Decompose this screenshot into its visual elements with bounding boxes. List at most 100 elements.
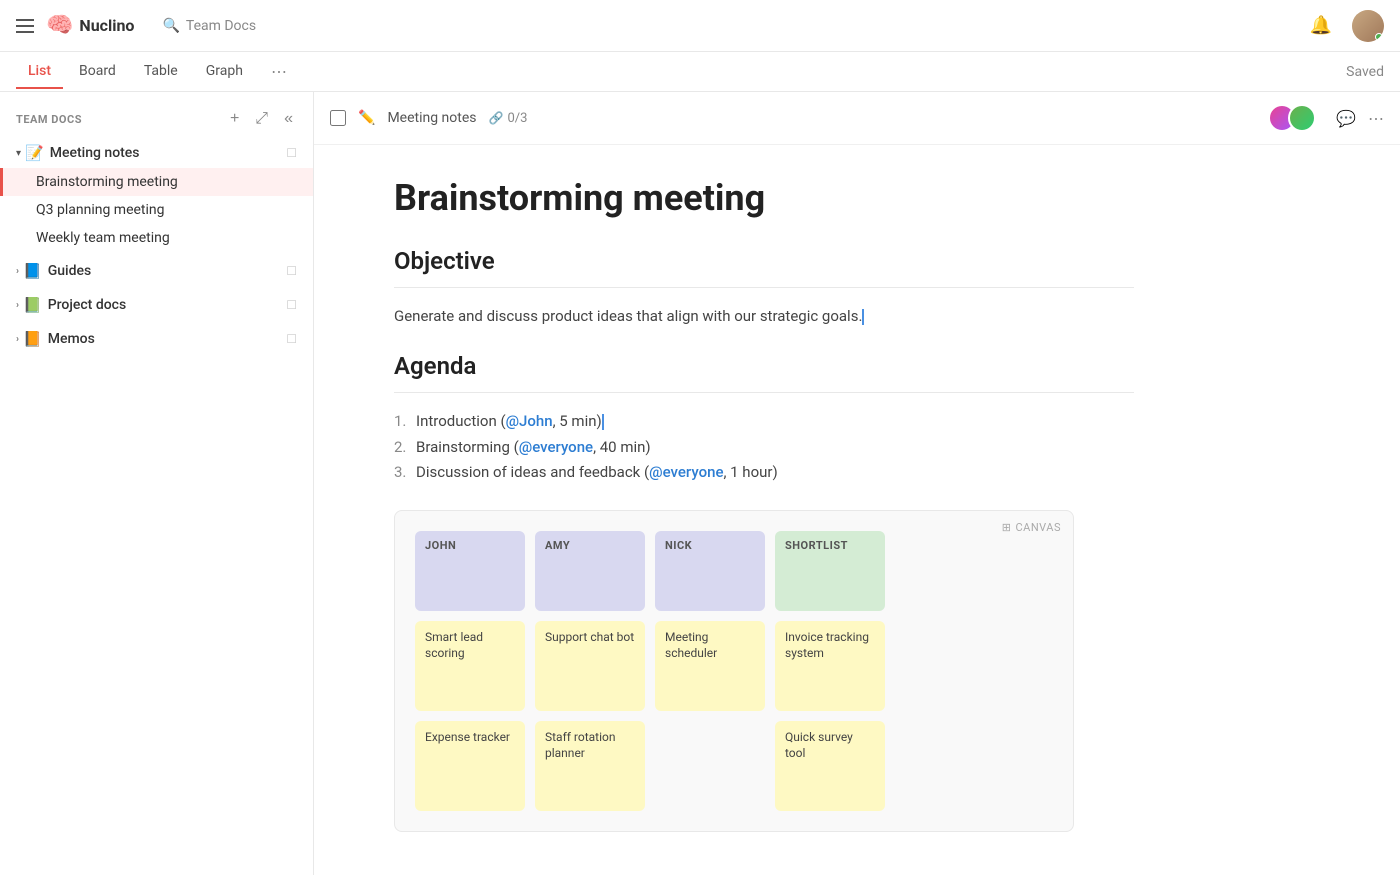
more-options-icon[interactable]: ⋯ (1368, 109, 1384, 128)
sidebar-header: TEAM DOCS + ⤢ « (0, 104, 313, 138)
sidebar-item-guides[interactable]: › 📘 Guides ☐ (0, 256, 313, 286)
saved-label: Saved (1346, 64, 1384, 80)
memos-icon: 📙 (23, 330, 42, 348)
mention-everyone-2: @everyone (649, 463, 723, 481)
tab-table[interactable]: Table (132, 55, 190, 89)
canvas-card-quick-survey[interactable]: Quick survey tool (775, 721, 885, 811)
canvas-col-john: JOHN (415, 531, 525, 611)
breadcrumb-icon: ✏️ (358, 110, 375, 126)
project-docs-label: Project docs (48, 297, 287, 313)
sidebar-item-weekly-team[interactable]: Weekly team meeting (0, 224, 313, 252)
brainstorming-label: Brainstorming meeting (36, 174, 178, 190)
tab-graph[interactable]: Graph (194, 55, 255, 89)
toggle-icon: › (16, 334, 19, 345)
sidebar-title: TEAM DOCS (16, 113, 82, 126)
doc-checkbox[interactable] (330, 110, 346, 126)
objective-heading: Objective (394, 247, 1134, 275)
doc-content: Brainstorming meeting Objective Generate… (314, 145, 1214, 875)
list-num-2: 2. (394, 435, 410, 461)
tab-board[interactable]: Board (67, 55, 128, 89)
logo[interactable]: 🧠 Nuclino (46, 13, 134, 38)
top-nav: 🧠 Nuclino 🔍 Team Docs 🔔 (0, 0, 1400, 52)
agenda-list: 1. Introduction (@John, 5 min) 2. Brains… (394, 409, 1134, 486)
agenda-heading: Agenda (394, 352, 1134, 380)
comment-icon[interactable]: 💬 (1336, 109, 1356, 128)
memos-check: ☐ (286, 332, 297, 346)
canvas-grid: JOHN AMY NICK SHORTLIST Smart lead scori… (415, 531, 1053, 811)
sidebar-actions: + ⤢ « (226, 108, 297, 130)
progress-text: 0/3 (507, 111, 527, 126)
tab-bar: List Board Table Graph ⋯ Saved (0, 52, 1400, 92)
collaborator-avatars (1268, 104, 1316, 132)
meeting-notes-check: ☐ (286, 146, 297, 160)
agenda-item-2: 2. Brainstorming (@everyone, 40 min) (394, 435, 1134, 461)
sidebar-group-meeting-notes: ▾ 📝 Meeting notes ☐ Brainstorming meetin… (0, 138, 313, 252)
meeting-notes-icon: 📝 (25, 144, 44, 162)
sidebar-group-guides: › 📘 Guides ☐ (0, 256, 313, 286)
canvas-card-empty (655, 721, 765, 811)
q3-planning-label: Q3 planning meeting (36, 202, 165, 218)
list-num-1: 1. (394, 409, 410, 435)
canvas-label: ⊞ CANVAS (1002, 521, 1061, 534)
avatar-collaborator-2 (1288, 104, 1316, 132)
sidebar: TEAM DOCS + ⤢ « ▾ 📝 Meeting notes ☐ Brai… (0, 92, 314, 875)
tab-more-button[interactable]: ⋯ (263, 58, 295, 85)
sidebar-item-project-docs[interactable]: › 📗 Project docs ☐ (0, 290, 313, 320)
canvas-card-staff-rotation[interactable]: Staff rotation planner (535, 721, 645, 811)
breadcrumb[interactable]: Meeting notes (387, 110, 476, 126)
canvas-col-shortlist: SHORTLIST (775, 531, 885, 611)
text-cursor (862, 309, 864, 325)
project-docs-icon: 📗 (23, 296, 42, 314)
guides-check: ☐ (286, 264, 297, 278)
online-status-dot (1375, 33, 1383, 41)
mention-john: @John (506, 412, 553, 430)
list-num-3: 3. (394, 460, 410, 486)
guides-label: Guides (48, 263, 287, 279)
search-area[interactable]: 🔍 Team Docs (162, 18, 256, 34)
canvas-container: ⊞ CANVAS JOHN AMY NICK SHORTLIST Smart l… (394, 510, 1074, 832)
sidebar-item-q3-planning[interactable]: Q3 planning meeting (0, 196, 313, 224)
toggle-icon: › (16, 300, 19, 311)
add-item-button[interactable]: + (226, 108, 243, 130)
canvas-card-support-chat[interactable]: Support chat bot (535, 621, 645, 711)
expand-button[interactable]: ⤢ (251, 108, 272, 130)
progress-area: 🔗 0/3 (489, 111, 528, 126)
weekly-team-label: Weekly team meeting (36, 230, 170, 246)
tab-list[interactable]: List (16, 55, 63, 89)
agenda-item-1: 1. Introduction (@John, 5 min) (394, 409, 1134, 435)
logo-icon: 🧠 (46, 13, 73, 38)
sidebar-item-meeting-notes[interactable]: ▾ 📝 Meeting notes ☐ (0, 138, 313, 168)
toggle-icon: ▾ (16, 148, 21, 159)
sidebar-item-memos[interactable]: › 📙 Memos ☐ (0, 324, 313, 354)
canvas-icon: ⊞ (1002, 521, 1012, 534)
sidebar-group-memos: › 📙 Memos ☐ (0, 324, 313, 354)
canvas-card-invoice-tracking[interactable]: Invoice tracking system (775, 621, 885, 711)
hamburger-menu[interactable] (16, 19, 34, 33)
objective-text: Generate and discuss product ideas that … (394, 304, 1134, 328)
search-icon: 🔍 (162, 18, 179, 34)
logo-text: Nuclino (79, 16, 134, 35)
text-cursor-2 (602, 414, 604, 430)
notifications-icon[interactable]: 🔔 (1310, 15, 1332, 36)
main-layout: TEAM DOCS + ⤢ « ▾ 📝 Meeting notes ☐ Brai… (0, 92, 1400, 875)
user-avatar[interactable] (1352, 10, 1384, 42)
memos-label: Memos (48, 331, 287, 347)
sidebar-group-project-docs: › 📗 Project docs ☐ (0, 290, 313, 320)
canvas-col-nick: NICK (655, 531, 765, 611)
agenda-item-3: 3. Discussion of ideas and feedback (@ev… (394, 460, 1134, 486)
project-docs-check: ☐ (286, 298, 297, 312)
content-area: ✏️ Meeting notes 🔗 0/3 💬 ⋯ Brainstorming… (314, 92, 1400, 875)
sidebar-item-brainstorming[interactable]: Brainstorming meeting (0, 168, 313, 196)
doc-title: Brainstorming meeting (394, 177, 1134, 219)
collapse-button[interactable]: « (280, 108, 297, 130)
canvas-col-amy: AMY (535, 531, 645, 611)
canvas-card-meeting-scheduler[interactable]: Meeting scheduler (655, 621, 765, 711)
mention-everyone-1: @everyone (519, 438, 593, 456)
canvas-card-expense-tracker[interactable]: Expense tracker (415, 721, 525, 811)
canvas-card-smart-lead[interactable]: Smart lead scoring (415, 621, 525, 711)
content-header: ✏️ Meeting notes 🔗 0/3 💬 ⋯ (314, 92, 1400, 145)
progress-icon: 🔗 (489, 111, 504, 125)
guides-icon: 📘 (23, 262, 42, 280)
toggle-icon: › (16, 266, 19, 277)
meeting-notes-label: Meeting notes (50, 145, 287, 161)
